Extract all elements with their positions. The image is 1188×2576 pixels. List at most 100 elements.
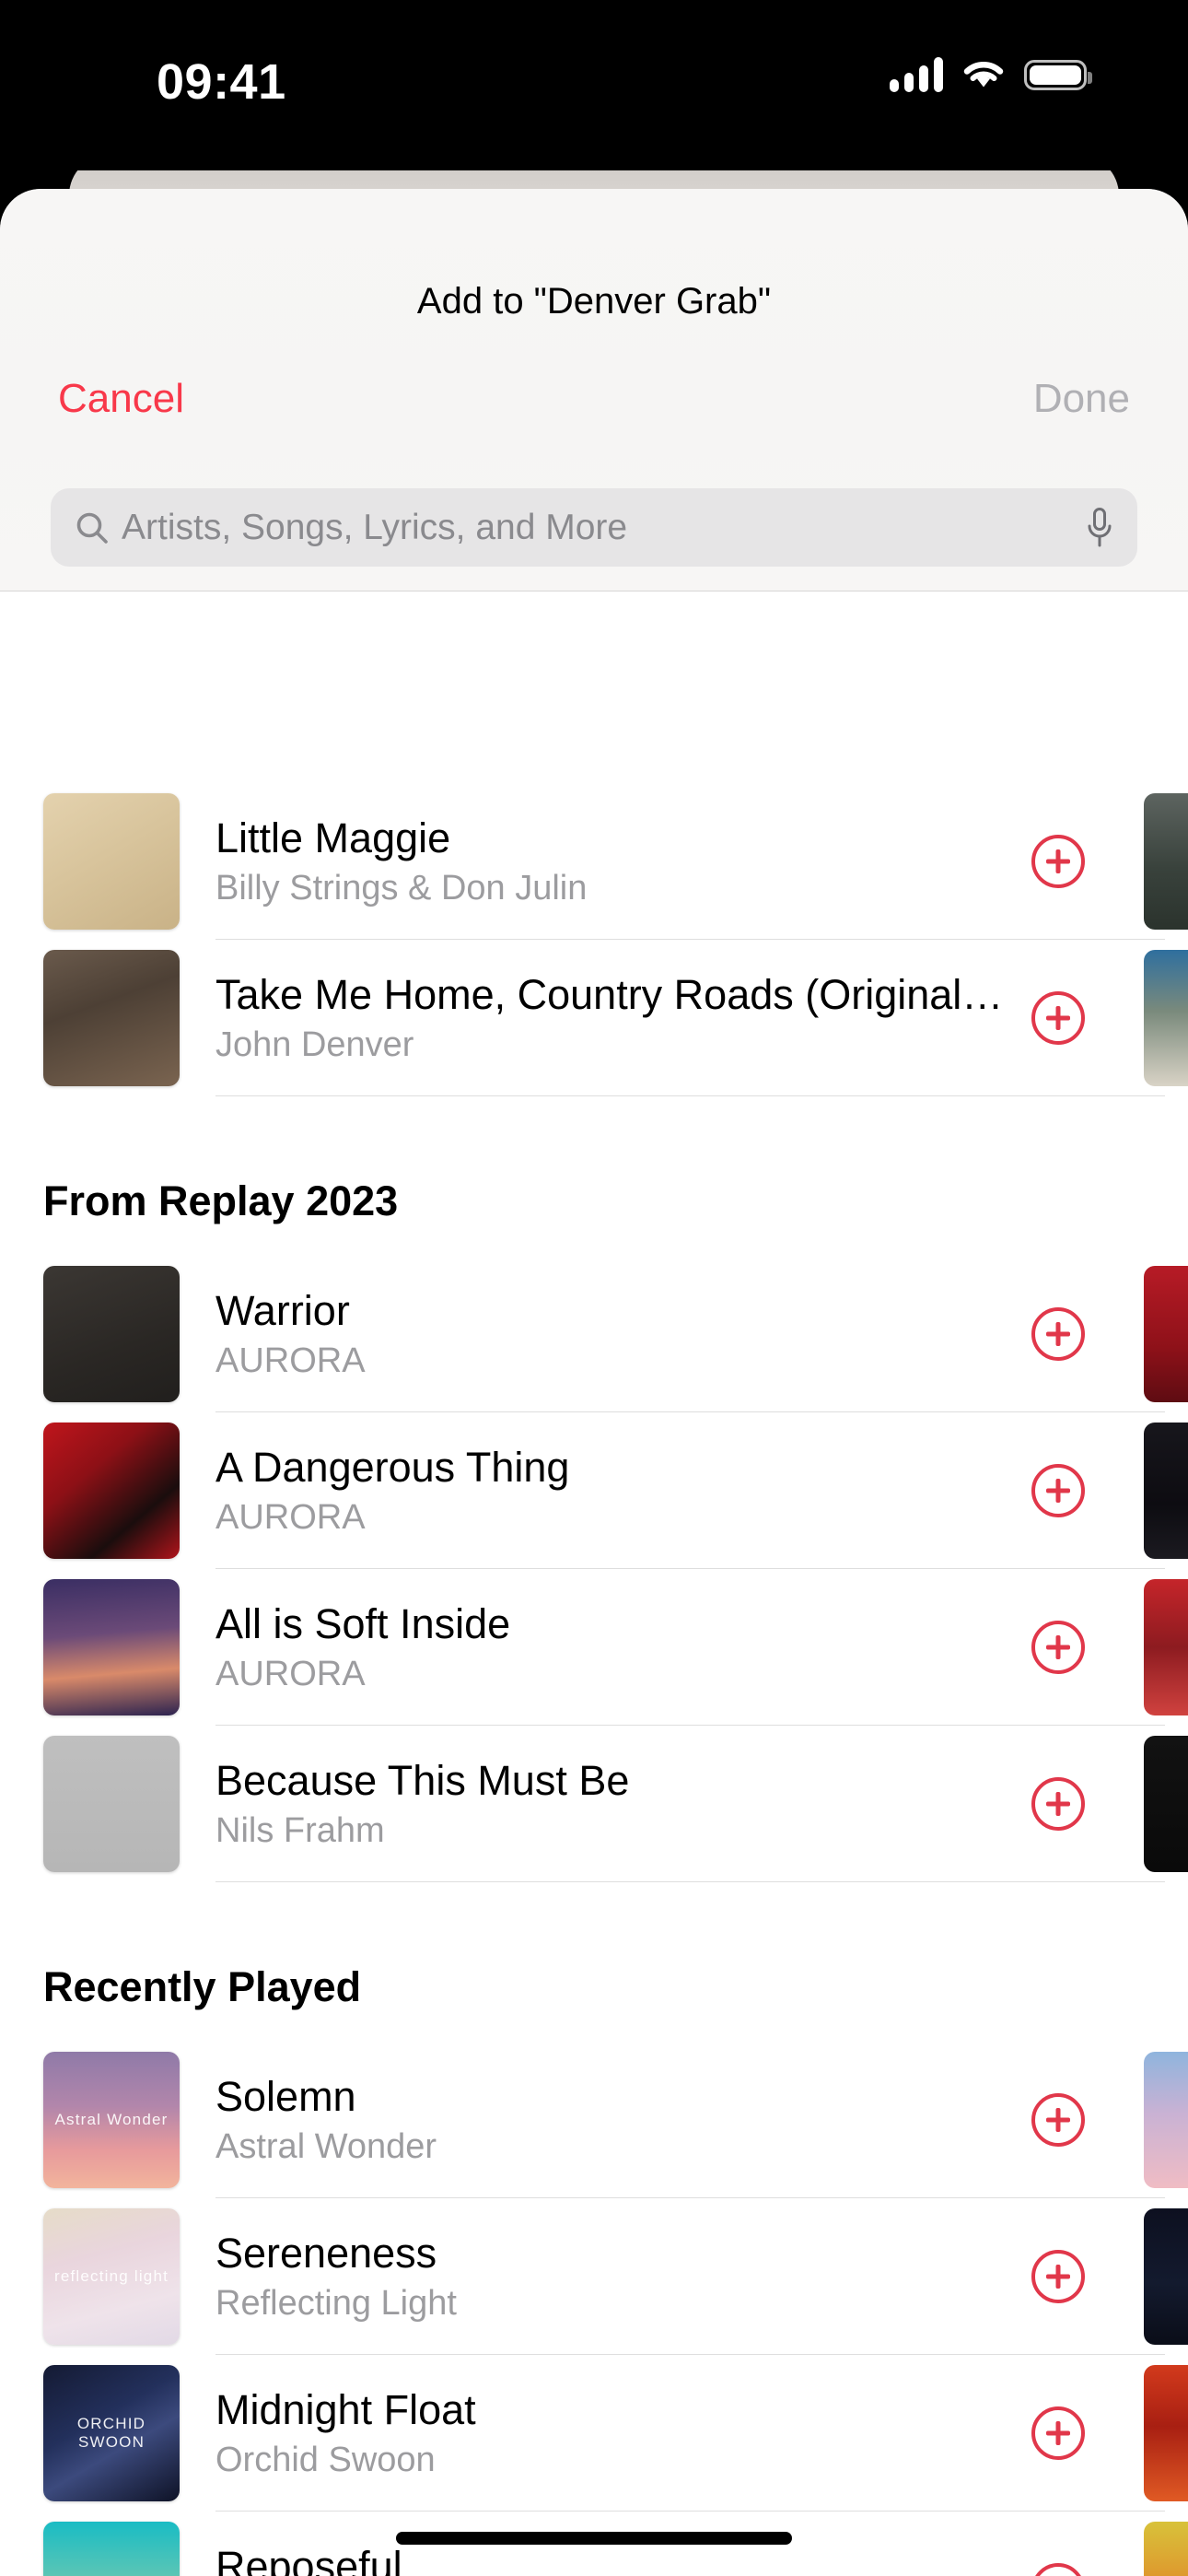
song-meta: Because This Must Be Nils Frahm (215, 1757, 1031, 1851)
song-meta: Sereneness Reflecting Light (215, 2230, 1031, 2324)
adjacent-column-peek (1144, 2208, 1188, 2345)
adjacent-column-peek (1144, 950, 1188, 1086)
sheet-nav-row: Cancel Done (0, 376, 1188, 455)
song-artist: John Denver (215, 1025, 414, 1065)
search-input[interactable]: Artists, Songs, Lyrics, and More (122, 508, 1086, 548)
peek-album-art (1144, 1423, 1188, 1559)
add-song-button[interactable] (1031, 835, 1085, 888)
done-button[interactable]: Done (1033, 376, 1130, 422)
add-song-button[interactable] (1031, 2406, 1085, 2460)
song-title: A Dangerous Thing (215, 1443, 570, 1491)
album-art-label: Astral Wonder (54, 2111, 169, 2128)
reflecting-light-cover: reflecting light (43, 2208, 180, 2345)
peek-album-art (1144, 2052, 1188, 2188)
astral-wonder-cover: Astral Wonder (43, 2052, 180, 2188)
adjacent-column-peek (1144, 793, 1188, 930)
magnifying-glass-icon (75, 510, 110, 545)
status-bar-time: 09:41 (157, 54, 286, 110)
microphone-icon[interactable] (1086, 507, 1113, 549)
adjacent-column-peek (1144, 1266, 1188, 1402)
page-title: Add to "Denver Grab" (416, 281, 772, 322)
wifi-icon (961, 58, 1006, 91)
song-row[interactable]: Little Maggie Billy Strings & Don Julin (0, 783, 1188, 940)
song-title: Reposeful (215, 2542, 402, 2576)
song-row[interactable]: A Dangerous Thing AURORA (0, 1412, 1188, 1569)
song-title: Warrior (215, 1286, 350, 1334)
album-art-label: reflecting light (53, 2267, 169, 2285)
song-row[interactable]: reflecting light Sereneness Reflecting Lig… (0, 2198, 1188, 2355)
cellular-bars-icon (890, 57, 943, 92)
adjacent-column-peek (1144, 1736, 1188, 1872)
song-meta: Little Maggie Billy Strings & Don Julin (215, 814, 1031, 908)
adjacent-column-peek (1144, 2052, 1188, 2188)
peek-album-art (1144, 1579, 1188, 1715)
song-artist: Astral Wonder (215, 2127, 437, 2167)
peek-album-art (1144, 2208, 1188, 2345)
adjacent-column-peek (1144, 2522, 1188, 2576)
add-song-button[interactable] (1031, 1777, 1085, 1831)
song-artist: AURORA (215, 1498, 366, 1538)
add-song-button[interactable] (1031, 1464, 1085, 1517)
john-denver-poems-prayers-cover (43, 950, 180, 1086)
song-title: Take Me Home, Country Roads (Original… (215, 970, 1004, 1018)
song-meta: Warrior AURORA (215, 1287, 1031, 1381)
song-artist: AURORA (215, 1341, 366, 1381)
adjacent-column-peek (1144, 2365, 1188, 2501)
status-bar-indicators (890, 57, 1092, 92)
song-row[interactable]: ORCHID SWOON Midnight Float Orchid Swoon (0, 2355, 1188, 2512)
add-song-button[interactable] (1031, 1307, 1085, 1361)
song-row[interactable]: Because This Must Be Nils Frahm (0, 1726, 1188, 1882)
song-title: Because This Must Be (215, 1756, 630, 1804)
section-heading-from-replay-2023: From Replay 2023 (43, 1177, 399, 1224)
add-song-button[interactable] (1031, 991, 1085, 1045)
peek-album-art (1144, 793, 1188, 930)
iphone-screen: 09:41 Little Maggie Billy Strings & Don J… (0, 0, 1188, 2576)
peek-album-art (1144, 1266, 1188, 1402)
song-artist: Orchid Swoon (215, 2441, 436, 2480)
song-artist: Billy Strings & Don Julin (215, 869, 588, 908)
peek-album-art (1144, 1736, 1188, 1872)
song-meta: Midnight Float Orchid Swoon (215, 2386, 1031, 2480)
song-meta: ReposefulMOLNI (215, 2543, 1031, 2576)
aurora-dangerous-thing-cover (43, 1423, 180, 1559)
song-row[interactable]: Warrior AURORA (0, 1256, 1188, 1412)
song-artist: AURORA (215, 1655, 366, 1694)
song-meta: Take Me Home, Country Roads (Original… Jo… (215, 971, 1031, 1065)
adjacent-column-peek (1144, 1579, 1188, 1715)
peek-album-art (1144, 2365, 1188, 2501)
song-title: Sereneness (215, 2229, 437, 2277)
fiddle-tune-x-cover (43, 793, 180, 930)
song-meta: A Dangerous Thing AURORA (215, 1444, 1031, 1538)
song-meta: Solemn Astral Wonder (215, 2073, 1031, 2167)
section-heading-recently-played: Recently Played (43, 1963, 362, 2010)
orchid-swoon-cover: ORCHID SWOON (43, 2365, 180, 2501)
peek-album-art (1144, 950, 1188, 1086)
cancel-button[interactable]: Cancel (58, 376, 184, 422)
add-song-button[interactable] (1031, 2250, 1085, 2303)
add-song-button[interactable] (1031, 2093, 1085, 2147)
album-art-label: ORCHID SWOON (76, 2415, 146, 2451)
song-row[interactable]: All is Soft Inside AURORA (0, 1569, 1188, 1726)
row-divider (215, 1880, 1165, 1882)
peek-album-art (1144, 2522, 1188, 2576)
search-bar[interactable]: Artists, Songs, Lyrics, and More (51, 488, 1137, 567)
song-title: Little Maggie (215, 814, 451, 861)
molni-cover: MOLNI (43, 2522, 180, 2576)
song-title: Midnight Float (215, 2385, 476, 2433)
nils-frahm-cover (43, 1736, 180, 1872)
song-row[interactable]: Astral Wonder Solemn Astral Wonder (0, 2042, 1188, 2198)
aurora-warrior-cover (43, 1266, 180, 1402)
adjacent-column-peek (1144, 1423, 1188, 1559)
battery-full-icon (1024, 59, 1092, 90)
song-row[interactable]: Take Me Home, Country Roads (Original… Jo… (0, 940, 1188, 1096)
home-indicator (396, 2532, 792, 2545)
add-to-playlist-sheet: Little Maggie Billy Strings & Don Julin Ta… (0, 189, 1188, 2576)
row-divider (215, 1095, 1165, 1096)
status-bar: 09:41 (0, 0, 1188, 170)
add-song-button[interactable] (1031, 1621, 1085, 1674)
song-title: All is Soft Inside (215, 1599, 511, 1647)
add-song-button[interactable] (1031, 2563, 1085, 2576)
song-artist: Nils Frahm (215, 1811, 385, 1851)
song-artist: Reflecting Light (215, 2284, 457, 2324)
song-title: Solemn (215, 2072, 356, 2120)
